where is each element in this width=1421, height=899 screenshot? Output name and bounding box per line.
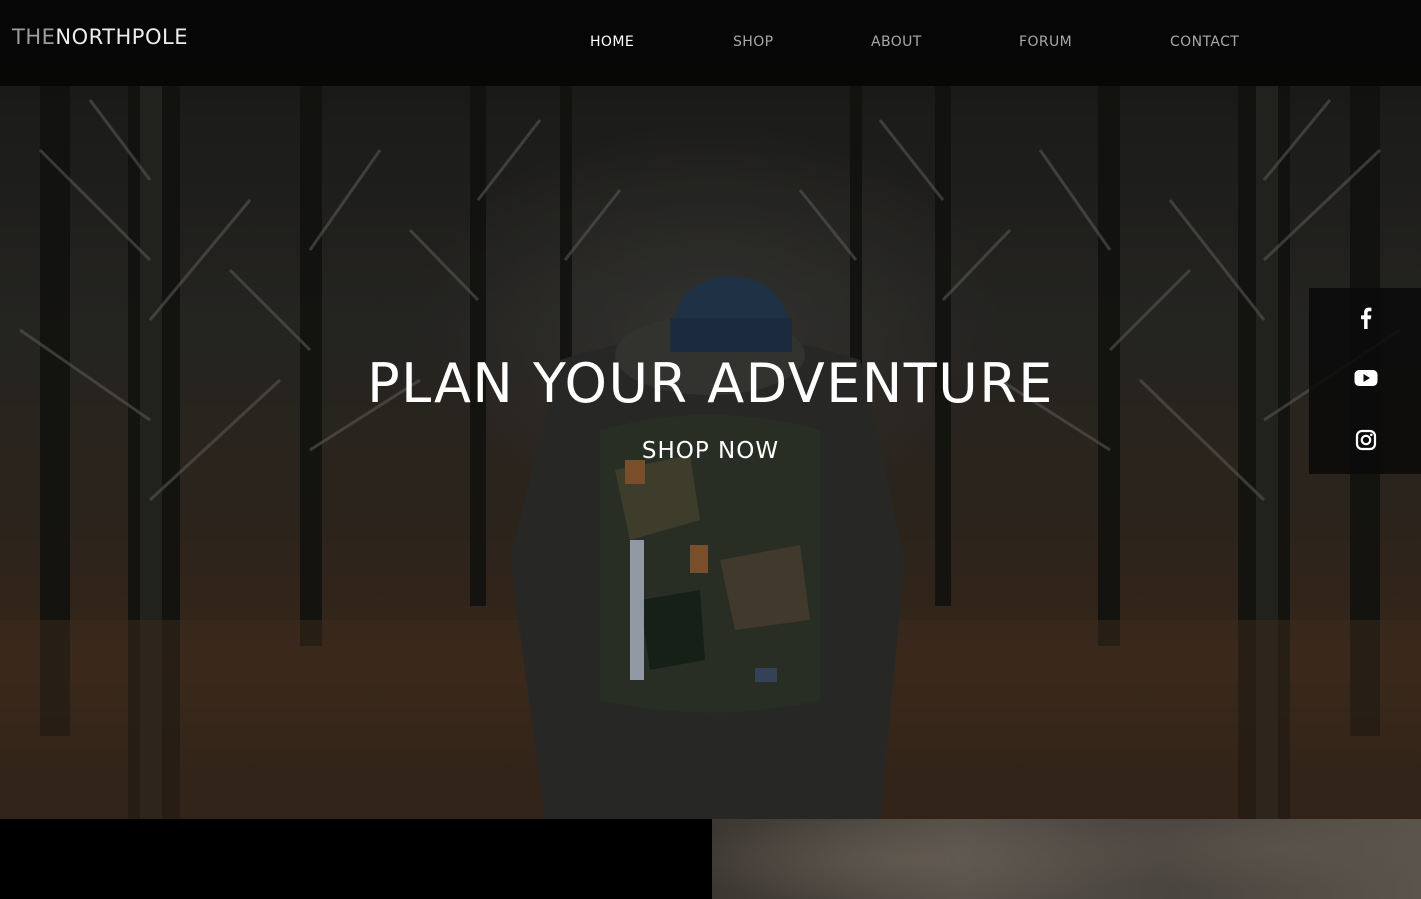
hero-title: PLAN YOUR ADVENTURE [367, 352, 1054, 415]
nav-shop[interactable]: SHOP [733, 34, 773, 50]
instagram-icon [1355, 429, 1377, 451]
site-logo[interactable]: THENORTHPOLE [12, 25, 188, 49]
social-links-panel [1309, 288, 1421, 474]
bottom-panel-left [0, 819, 712, 899]
nav-contact[interactable]: CONTACT [1170, 34, 1239, 50]
logo-name: NORTHPOLE [55, 25, 188, 49]
nav-forum[interactable]: FORUM [1019, 34, 1072, 50]
nav-about[interactable]: ABOUT [871, 34, 922, 50]
nav-home[interactable]: HOME [590, 34, 634, 50]
facebook-link[interactable] [1353, 305, 1379, 331]
page: THENORTHPOLE HOME SHOP ABOUT FORUM CONTA… [0, 0, 1421, 899]
shop-now-button[interactable]: SHOP NOW [610, 438, 811, 464]
youtube-link[interactable] [1353, 365, 1379, 391]
youtube-icon [1354, 370, 1378, 386]
facebook-icon [1361, 307, 1372, 329]
top-navbar: THENORTHPOLE HOME SHOP ABOUT FORUM CONTA… [0, 0, 1421, 86]
logo-prefix: THE [12, 25, 56, 49]
instagram-link[interactable] [1353, 427, 1379, 453]
bottom-panel-right-image [712, 819, 1421, 899]
